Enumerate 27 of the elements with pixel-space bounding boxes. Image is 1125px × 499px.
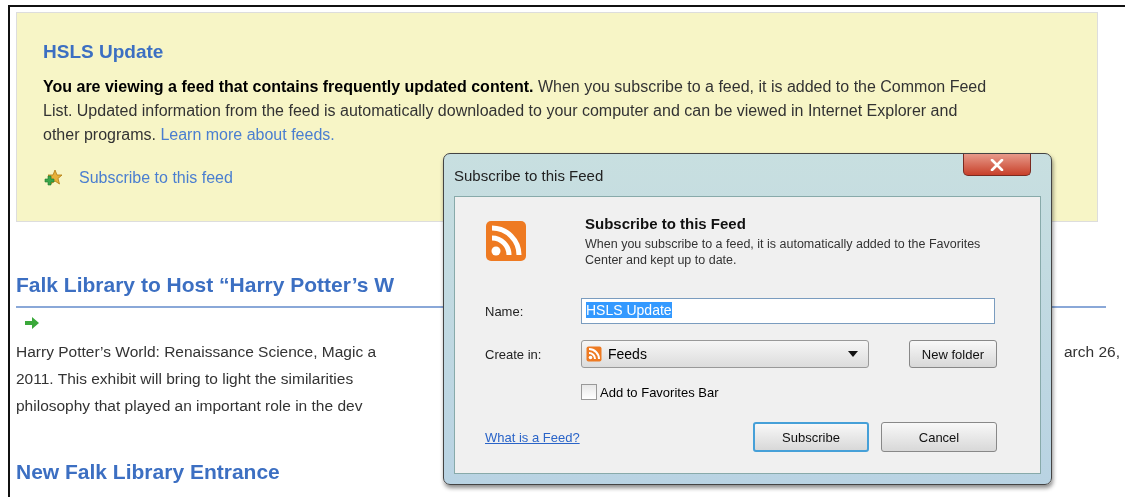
dialog-description: When you subscribe to a feed, it is automatically added to the Favorites Center and kept up to date. <box>585 236 982 268</box>
dialog-heading: Subscribe to this Feed <box>585 215 747 232</box>
star-plus-icon <box>43 169 63 187</box>
article-text: arch 26, <box>1064 342 1120 362</box>
learn-more-link[interactable]: Learn more about feeds. <box>160 126 335 143</box>
article-text: philosophy that played an important role in the dev <box>16 396 364 416</box>
create-in-label: Create in: <box>485 346 543 362</box>
create-in-dropdown[interactable]: Feeds <box>581 340 869 368</box>
close-button[interactable] <box>963 154 1031 176</box>
arrow-right-icon[interactable] <box>24 316 40 330</box>
dialog-button[interactable]: Subscribe <box>753 422 869 452</box>
checkbox-label: Add to Favorites Bar <box>600 384 719 400</box>
rss-icon <box>485 220 527 262</box>
article-text: Harry Potter’s World: Renaissance Science, Magic a <box>16 342 377 362</box>
article-text: 2011. This exhibit will bring to light the similarities <box>16 369 355 389</box>
rss-icon <box>586 346 602 362</box>
feed-title: HSLS Update <box>43 41 165 63</box>
close-icon <box>990 158 1004 171</box>
subscribe-link[interactable]: Subscribe to this feed <box>79 169 233 187</box>
help-link[interactable]: What is a Feed? <box>485 429 580 445</box>
new-folder-button[interactable]: New folder <box>908 340 997 368</box>
caret-icon <box>848 351 858 357</box>
name-label: Name: <box>485 303 525 319</box>
dialog-button[interactable]: Cancel <box>881 422 997 452</box>
dialog-title: Subscribe to this Feed <box>454 166 604 184</box>
feed-description: You are viewing a feed that contains frequently updated content. When you subscribe to a feed, it is added to the Common Feed List. Updated information from the feed is automatically downloaded to your computer and can be viewed in Internet Explorer and other programs. Learn more about feeds. <box>43 77 988 145</box>
checkbox[interactable] <box>581 384 597 400</box>
